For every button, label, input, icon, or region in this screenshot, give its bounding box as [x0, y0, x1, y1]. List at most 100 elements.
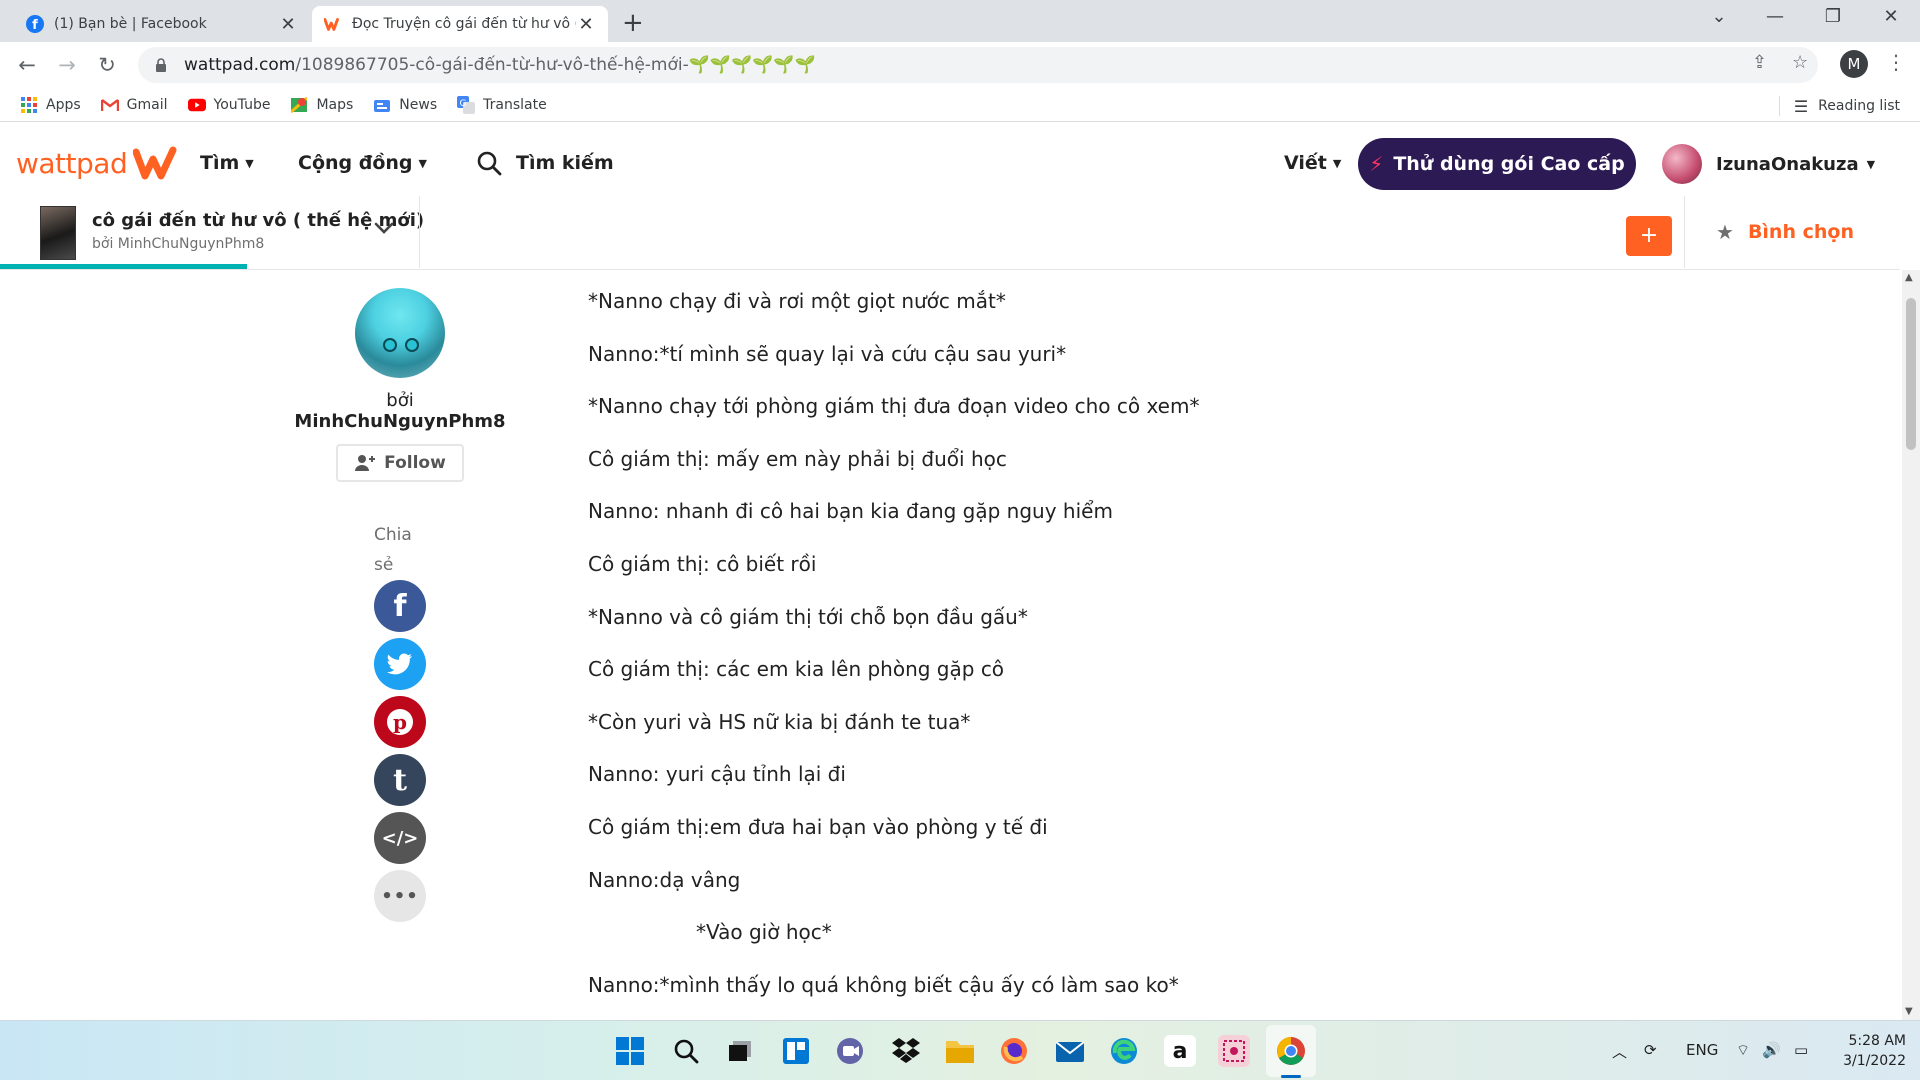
firefox-icon[interactable]: [998, 1035, 1030, 1067]
edge-icon[interactable]: [1108, 1035, 1140, 1067]
search-icon: [477, 151, 502, 176]
share-twitter-button[interactable]: [374, 638, 426, 690]
windows-start-icon[interactable]: [614, 1035, 646, 1067]
tab-search-chevron-icon[interactable]: ⌄: [1704, 6, 1734, 27]
scroll-up-icon[interactable]: ▲: [1905, 272, 1913, 283]
page-scrollbar[interactable]: ▲ ▼: [1902, 270, 1920, 1020]
translate-icon: G: [457, 95, 476, 114]
bookmark-label: News: [399, 96, 438, 113]
volume-icon[interactable]: 🔊: [1762, 1041, 1781, 1059]
bookmarks-bar: Apps Gmail YouTube Maps News G Translate…: [0, 88, 1920, 122]
chrome-icon[interactable]: [1275, 1035, 1307, 1067]
user-menu[interactable]: IzunaOnakuza ▼: [1662, 144, 1875, 184]
window-close-icon[interactable]: ✕: [1876, 6, 1906, 27]
scrollbar-thumb[interactable]: [1906, 298, 1916, 450]
author-name[interactable]: MinhChuNguynPhm8: [294, 411, 505, 432]
browser-menu-icon[interactable]: ⋮: [1886, 50, 1906, 74]
file-explorer-icon[interactable]: [944, 1035, 976, 1067]
language-indicator[interactable]: ENG: [1686, 1041, 1718, 1059]
star-icon: ★: [1716, 220, 1734, 244]
story-cover-image[interactable]: [40, 206, 76, 260]
tumblr-icon: t: [393, 762, 407, 798]
sync-icon[interactable]: ⟳: [1644, 1041, 1657, 1059]
share-tumblr-button[interactable]: t: [374, 754, 426, 806]
gmail-icon: [100, 96, 119, 114]
share-pinterest-button[interactable]: p: [374, 696, 426, 748]
tab-facebook[interactable]: f (1) Bạn bè | Facebook ✕: [14, 6, 310, 42]
snipping-tool-icon[interactable]: [1218, 1035, 1250, 1067]
story-paragraph: *Nanno và cô giám thị tới chỗ bọn đầu gấ…: [588, 604, 1028, 629]
svg-text:f: f: [32, 18, 38, 33]
profile-avatar[interactable]: M: [1840, 50, 1868, 78]
share-page-icon[interactable]: ⇪: [1752, 52, 1767, 73]
nav-discover[interactable]: Tìm ▼: [200, 152, 254, 174]
bookmark-gmail[interactable]: Gmail: [100, 96, 168, 114]
chat-icon[interactable]: [834, 1035, 866, 1067]
system-clock[interactable]: 5:28 AM 3/1/2022: [1836, 1031, 1906, 1071]
scroll-down-icon[interactable]: ▼: [1905, 1006, 1913, 1017]
task-view-icon[interactable]: [724, 1035, 756, 1067]
reading-list[interactable]: ☰ Reading list: [1778, 96, 1900, 116]
author-avatar[interactable]: [355, 288, 445, 378]
forward-arrow-icon[interactable]: →: [54, 52, 80, 78]
nav-community[interactable]: Cộng đồng ▼: [298, 152, 427, 174]
story-paragraph: *Vào giờ học*: [696, 920, 832, 945]
dropbox-icon[interactable]: [890, 1035, 922, 1067]
share-facebook-button[interactable]: f: [374, 580, 426, 632]
apps-grid-icon: [20, 96, 38, 114]
windows-taskbar: a ︿ ⟳ ENG ⌔ 🔊 ▭ 5:28 AM 3/1/2022: [0, 1020, 1920, 1080]
search-label: Tìm kiếm: [516, 152, 614, 174]
try-premium-button[interactable]: ⚡ Thử dùng gói Cao cấp: [1358, 138, 1636, 190]
battery-icon[interactable]: ▭: [1794, 1041, 1808, 1059]
facebook-icon: f: [393, 588, 407, 624]
bookmark-maps[interactable]: Maps: [290, 96, 353, 114]
avatar-eye: [405, 338, 419, 352]
back-arrow-icon[interactable]: ←: [14, 52, 40, 78]
reload-icon[interactable]: ↻: [94, 52, 120, 78]
bookmark-translate[interactable]: G Translate: [457, 95, 547, 114]
reading-progress-bar: [0, 264, 247, 269]
widgets-icon[interactable]: [780, 1035, 812, 1067]
share-label: Chia sẻ: [374, 520, 424, 580]
tab-wattpad[interactable]: Đọc Truyện cô gái đến từ hư vô ( ✕: [312, 6, 608, 42]
new-tab-plus-icon[interactable]: +: [622, 8, 644, 38]
url-omnibox[interactable]: wattpad.com/1089867705-cô-gái-đến-từ-hư-…: [138, 47, 1818, 83]
url-text: wattpad.com/1089867705-cô-gái-đến-từ-hư-…: [184, 55, 816, 75]
wifi-icon[interactable]: ⌔: [1736, 1041, 1750, 1060]
story-paragraph: Nanno:*tí mình sẽ quay lại và cứu cậu sa…: [588, 341, 1067, 366]
browser-tab-strip: f (1) Bạn bè | Facebook ✕ Đọc Truyện cô …: [0, 0, 1920, 42]
divider: [1778, 96, 1780, 116]
amazon-icon[interactable]: a: [1164, 1035, 1196, 1067]
pinterest-icon: p: [387, 709, 413, 735]
mail-icon[interactable]: [1054, 1035, 1086, 1067]
story-paragraph: *Nanno chạy tới phòng giám thị đưa đoạn …: [588, 394, 1200, 419]
divider: [419, 196, 420, 268]
by-prefix: bởi: [386, 390, 414, 411]
show-hidden-icons-chevron-icon[interactable]: ︿: [1612, 1041, 1627, 1062]
nav-community-label: Cộng đồng: [298, 152, 413, 174]
restore-icon[interactable]: ❐: [1818, 6, 1848, 27]
share-more-button[interactable]: •••: [374, 870, 426, 922]
tab-close-icon[interactable]: ✕: [576, 14, 596, 35]
add-to-library-button[interactable]: +: [1626, 216, 1672, 256]
bookmark-star-icon[interactable]: ☆: [1792, 52, 1808, 73]
wattpad-logo[interactable]: wattpad: [16, 146, 177, 180]
nav-write[interactable]: Viết ▼: [1284, 152, 1341, 174]
vote-button[interactable]: ★ Bình chọn: [1716, 220, 1854, 244]
youtube-icon: [187, 96, 206, 114]
story-author-line[interactable]: bởi MinhChuNguynPhm8: [92, 236, 264, 252]
share-embed-button[interactable]: </>: [374, 812, 426, 864]
chevron-down-icon[interactable]: [372, 216, 396, 240]
follow-button[interactable]: Follow: [336, 444, 464, 482]
minimize-icon[interactable]: —: [1760, 6, 1790, 27]
premium-label: Thử dùng gói Cao cấp: [1393, 153, 1625, 175]
header-search[interactable]: Tìm kiếm: [476, 150, 614, 176]
nav-discover-label: Tìm: [200, 152, 240, 174]
bookmark-news[interactable]: News: [373, 96, 437, 114]
bookmark-apps[interactable]: Apps: [20, 96, 81, 114]
bookmark-youtube[interactable]: YouTube: [187, 96, 270, 114]
caret-down-icon: ▼: [245, 157, 254, 170]
tab-close-icon[interactable]: ✕: [278, 14, 298, 35]
search-icon[interactable]: [670, 1035, 702, 1067]
story-paragraph: Cô giám thị: mấy em này phải bị đuổi học: [588, 446, 1007, 471]
